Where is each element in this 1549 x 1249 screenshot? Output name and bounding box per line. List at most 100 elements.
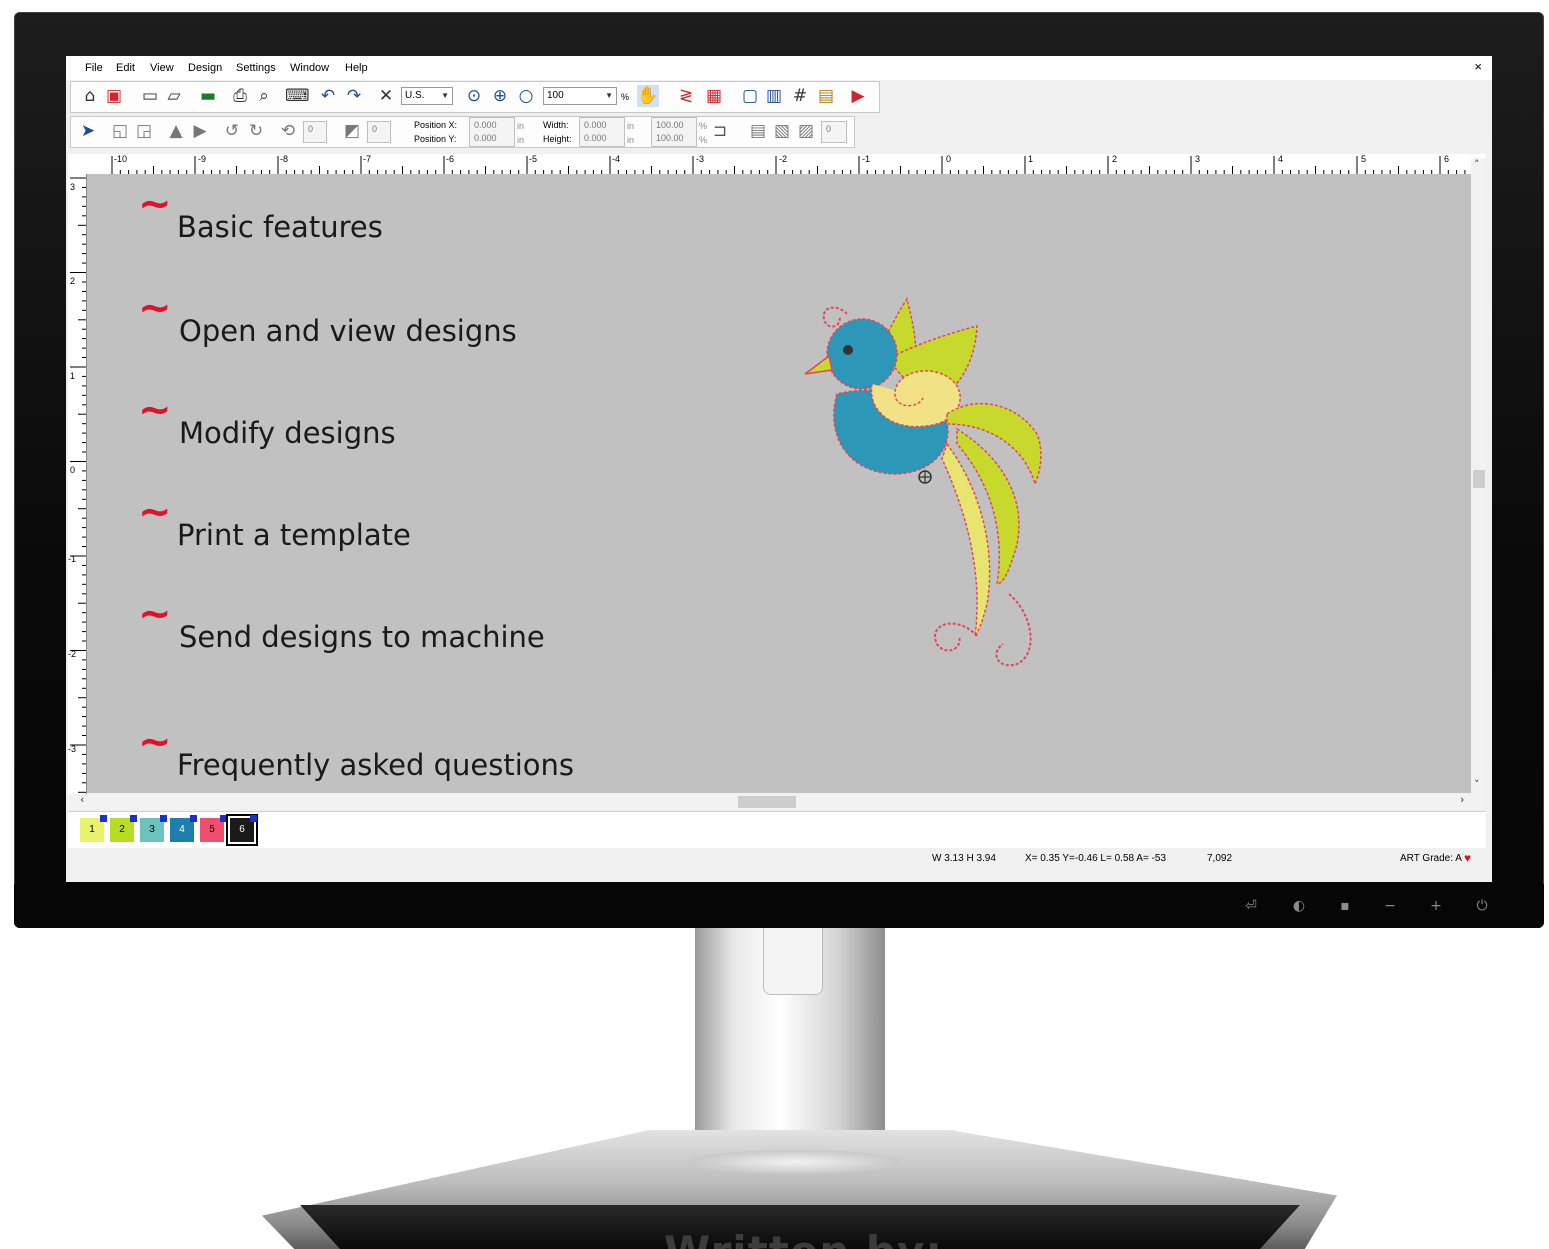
hoop-icon[interactable]: ▢: [739, 85, 761, 107]
scale-width-percent: %: [699, 121, 708, 131]
feature-modify[interactable]: Modify designs: [179, 416, 396, 450]
undo-icon[interactable]: ↶: [317, 85, 339, 107]
vertical-ruler: 3 2 1 0 -1 -2 -3: [68, 174, 87, 794]
color-swatch-2[interactable]: 2: [110, 815, 137, 842]
ruler-label: 3: [70, 182, 76, 192]
position-x-label: Position X:: [414, 120, 458, 130]
zoom-value: 100: [547, 90, 564, 101]
bird-embroidery-design[interactable]: [777, 284, 1077, 684]
stitch-density-icon[interactable]: ▧: [771, 120, 793, 142]
swatch-label: 4: [179, 824, 185, 835]
feature-faq[interactable]: Frequently asked questions: [177, 748, 574, 782]
zoom-out-icon[interactable]: ○: [515, 85, 537, 107]
swatch-label: 1: [89, 824, 95, 835]
design-view-icon[interactable]: ▣: [103, 85, 125, 107]
feature-basic[interactable]: Basic features: [177, 210, 383, 244]
color-swatch-1[interactable]: 1: [80, 815, 107, 842]
zoom-in-icon[interactable]: ⊕: [489, 85, 511, 107]
background-icon[interactable]: ▤: [815, 85, 837, 107]
menu-bar: File Edit View Design Settings Window He…: [66, 56, 1492, 80]
ruler-label: 0: [70, 465, 76, 475]
scroll-left-icon[interactable]: ‹: [80, 793, 84, 806]
menu-window[interactable]: Window: [290, 62, 329, 74]
lock-ratio-icon[interactable]: ⊐: [709, 120, 731, 142]
menu-help[interactable]: Help: [345, 62, 368, 74]
ruler-label: -1: [862, 154, 871, 164]
feature-open-view[interactable]: Open and view designs: [179, 314, 517, 348]
close-window-button[interactable]: ×: [1474, 59, 1482, 74]
slant-field[interactable]: 0: [367, 121, 391, 143]
stitch-simulator-icon[interactable]: ▶: [847, 85, 869, 107]
menu-file[interactable]: File: [85, 62, 103, 74]
color-swatch-6[interactable]: 6: [226, 814, 258, 846]
position-y-label: Position Y:: [414, 134, 457, 144]
menu-settings[interactable]: Settings: [236, 62, 276, 74]
ruler-label: 0: [946, 154, 952, 164]
rotate-right-45-icon[interactable]: ↻: [245, 120, 267, 142]
ruler-label: -7: [363, 154, 372, 164]
menu-edit[interactable]: Edit: [116, 62, 135, 74]
stitch-length-icon[interactable]: ▨: [795, 120, 817, 142]
print-icon[interactable]: ⎙: [229, 85, 251, 107]
menu-view[interactable]: View: [150, 62, 174, 74]
hoop-grid-icon[interactable]: ▥: [763, 85, 785, 107]
rotate-angle-field[interactable]: 0: [303, 121, 327, 143]
feature-send-machine[interactable]: Send designs to machine: [179, 620, 545, 654]
position-y-field[interactable]: 0.000: [469, 131, 515, 147]
mirror-vertical-icon[interactable]: ▲: [165, 120, 187, 142]
width-label: Width:: [543, 120, 569, 130]
sewing-machine-icon[interactable]: ⌨: [285, 85, 310, 107]
resize-proportional-icon[interactable]: ◲: [133, 120, 155, 142]
stitch-view-icon[interactable]: ≷: [675, 85, 697, 107]
stitch-count-readout: 7,092: [1207, 853, 1233, 864]
stitch-value-field[interactable]: 0: [821, 121, 847, 143]
open-folder-icon[interactable]: ▱: [163, 85, 185, 107]
design-canvas[interactable]: ~ Basic features ~ Open and view designs…: [87, 174, 1471, 793]
monitor-stand-joint: [690, 1150, 900, 1174]
swatch-marker: [250, 815, 257, 822]
zoom-select[interactable]: 100 ▼: [543, 87, 617, 105]
power-icon: ⏻: [1476, 898, 1488, 914]
zoom-percent-label: %: [621, 92, 630, 102]
zoom-actual-icon[interactable]: ⊙: [463, 85, 485, 107]
pan-hand-icon[interactable]: ✋: [637, 85, 659, 107]
new-design-icon[interactable]: ▭: [139, 85, 161, 107]
chevron-down-icon: ▼: [605, 91, 613, 100]
slant-icon[interactable]: ◩: [341, 120, 363, 142]
horizontal-scroll-thumb[interactable]: [738, 796, 796, 808]
rotate-free-icon[interactable]: ⟲: [277, 120, 299, 142]
redo-icon[interactable]: ↷: [343, 85, 365, 107]
save-icon[interactable]: ▬: [197, 85, 219, 107]
scroll-up-icon[interactable]: ˄: [1474, 158, 1480, 171]
menu-design[interactable]: Design: [188, 62, 222, 74]
rotate-left-45-icon[interactable]: ↺: [221, 120, 243, 142]
tools-icon[interactable]: ✕: [375, 85, 397, 107]
status-bar: W 3.13 H 3.94 X= 0.35 Y=-0.46 L= 0.58 A=…: [66, 848, 1492, 868]
scroll-down-icon[interactable]: ˅: [1474, 778, 1480, 791]
scroll-right-icon[interactable]: ›: [1460, 793, 1464, 806]
thread-color-bar: 1 2 3 4 5 6: [68, 811, 1486, 848]
ruler-label: -8: [280, 154, 289, 164]
swatch-marker: [160, 815, 167, 822]
home-icon[interactable]: ⌂: [79, 85, 101, 107]
color-swatch-3[interactable]: 3: [140, 815, 167, 842]
stitch-count-icon[interactable]: ▤: [747, 120, 769, 142]
grid-icon[interactable]: #: [789, 85, 811, 107]
swatch-marker: [220, 815, 227, 822]
vertical-scroll-thumb[interactable]: [1473, 470, 1485, 488]
scale-height-field[interactable]: 100.00: [651, 131, 697, 147]
feature-print-template[interactable]: Print a template: [177, 518, 411, 552]
ruler-label: -3: [696, 154, 705, 164]
ruler-label: -1: [68, 554, 77, 564]
print-preview-icon[interactable]: ⌕: [253, 85, 275, 107]
color-swatch-4[interactable]: 4: [170, 815, 197, 842]
minus-button-icon: −: [1384, 898, 1396, 914]
select-arrow-icon[interactable]: ➤: [77, 120, 99, 142]
mirror-horizontal-icon[interactable]: ▶: [189, 120, 211, 142]
color-swatch-5[interactable]: 5: [200, 815, 227, 842]
resize-icon[interactable]: ◱: [109, 120, 131, 142]
units-select[interactable]: U.S. ▼: [401, 87, 453, 105]
height-field[interactable]: 0.000: [579, 131, 625, 147]
ruler-label: 2: [1112, 154, 1118, 164]
fill-view-icon[interactable]: ▦: [703, 85, 725, 107]
